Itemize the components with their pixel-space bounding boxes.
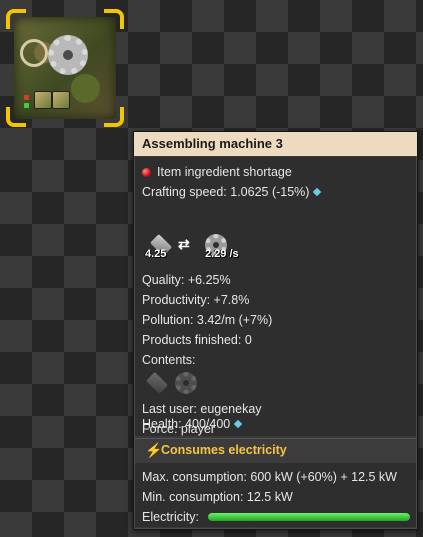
tooltip-body: Item ingredient shortage Crafting speed:…: [135, 157, 416, 436]
electricity-label: Electricity:: [142, 510, 199, 524]
module-icon: [34, 91, 52, 109]
status-text: Item ingredient shortage: [157, 165, 292, 179]
status-light: [24, 95, 29, 100]
status-line: Item ingredient shortage: [142, 164, 292, 180]
module-icon: [52, 91, 70, 109]
electricity-body: Max. consumption: 600 kW (+60%) + 12.5 k…: [135, 463, 416, 527]
electricity-header: ⚡ Consumes electricity: [135, 438, 416, 464]
productivity-line: Productivity: +7.8%: [142, 293, 250, 307]
products-finished-line: Products finished: 0: [142, 333, 252, 347]
tooltip-title: Assembling machine 3: [134, 132, 417, 156]
info-diamond-icon: [234, 419, 243, 429]
iron-plate-icon: [145, 371, 169, 395]
product-rate: 2.29 /s: [205, 248, 239, 260]
assembling-machine-sprite: [14, 17, 116, 119]
pollution-line: Pollution: 3.42/m (+7%): [142, 313, 273, 327]
electricity-bar-fill: [208, 513, 410, 521]
selected-assembling-machine[interactable]: [6, 9, 124, 127]
machine-wheel: [20, 39, 48, 67]
red-status-icon: [142, 168, 151, 177]
lightning-icon: ⚡: [145, 442, 163, 458]
info-diamond-icon: [313, 187, 322, 197]
min-consumption-line: Min. consumption: 12.5 kW: [142, 490, 293, 504]
recipe-gear-icon: [48, 35, 88, 75]
quality-line: Quality: +6.25%: [142, 273, 231, 287]
status-light: [24, 103, 29, 108]
ingredient-amount: 4.25: [145, 248, 167, 260]
electricity-bar: [208, 513, 410, 521]
last-user-line: Last user: eugenekay: [142, 402, 262, 416]
health-text: Health: 400/400: [142, 417, 231, 431]
health-line: Health: 400/400: [142, 416, 243, 432]
crafting-speed-text: Crafting speed: 1.0625 (-15%): [142, 185, 310, 199]
contents-label: Contents:: [142, 353, 196, 367]
iron-gear-wheel-icon: [175, 372, 197, 394]
recipe-arrows-icon: ⇄: [178, 236, 190, 252]
recipe-row: 4.25 ⇄ 2.29 /s: [143, 232, 273, 262]
entity-tooltip: Assembling machine 3 Item ingredient sho…: [133, 131, 418, 530]
contents-row: [143, 369, 203, 397]
crafting-speed-line: Crafting speed: 1.0625 (-15%): [142, 184, 322, 200]
electricity-header-text: Consumes electricity: [161, 443, 287, 457]
max-consumption-line: Max. consumption: 600 kW (+60%) + 12.5 k…: [142, 470, 397, 484]
